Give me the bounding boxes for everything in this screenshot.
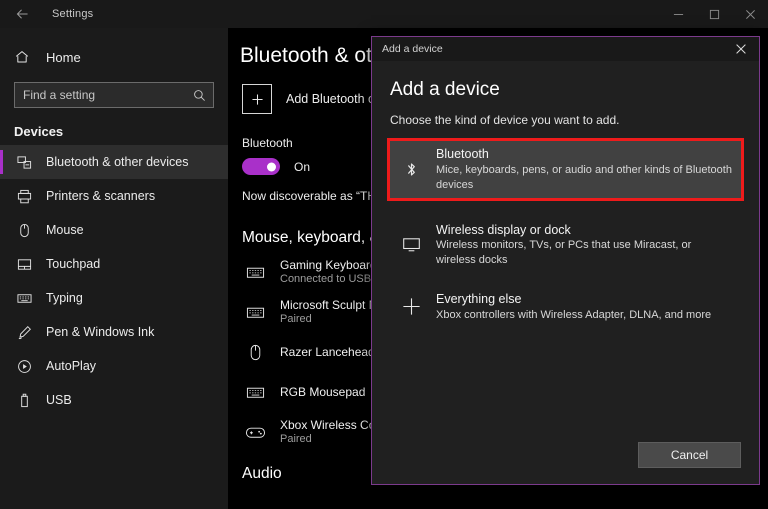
close-button[interactable] <box>732 0 768 28</box>
device-texts: RGB Mousepad <box>280 385 365 400</box>
touchpad-icon <box>14 257 34 272</box>
search-icon[interactable] <box>193 89 213 102</box>
device-name: RGB Mousepad <box>280 385 365 400</box>
gamepad-icon <box>242 422 268 443</box>
maximize-button[interactable] <box>696 0 732 28</box>
bluetooth-toggle[interactable] <box>242 158 280 175</box>
keyboard-icon <box>242 303 268 322</box>
sidebar-home-label: Home <box>46 50 81 65</box>
dialog-titlebar: Add a device <box>372 37 759 61</box>
pen-icon <box>14 325 34 340</box>
option-description: Wireless monitors, TVs, or PCs that use … <box>436 238 733 268</box>
close-icon[interactable] <box>723 37 759 61</box>
bluetooth-devices-icon <box>14 155 34 170</box>
bluetooth-icon <box>398 161 424 178</box>
option-texts: Wireless display or dock Wireless monito… <box>436 222 733 269</box>
autoplay-icon <box>14 359 34 374</box>
option-texts: Everything else Xbox controllers with Wi… <box>436 291 711 323</box>
usb-icon <box>14 393 34 408</box>
sidebar-item-home[interactable]: Home <box>0 42 228 72</box>
option-description: Mice, keyboards, pens, or audio and othe… <box>436 163 733 193</box>
device-texts: Microsoft Sculpt Mo Paired <box>280 298 385 327</box>
dialog-body: Add a device Choose the kind of device y… <box>372 61 759 328</box>
window-title: Settings <box>52 8 93 20</box>
sidebar-item-usb[interactable]: USB <box>0 383 228 417</box>
spacer <box>390 273 741 286</box>
option-title: Wireless display or dock <box>436 222 733 239</box>
device-kind-options: Bluetooth Mice, keyboards, pens, or audi… <box>390 141 741 328</box>
sidebar-item-pen-windows-ink[interactable]: Pen & Windows Ink <box>0 315 228 349</box>
option-wireless-display-or-dock[interactable]: Wireless display or dock Wireless monito… <box>390 217 741 274</box>
spacer <box>390 204 741 217</box>
device-name: Microsoft Sculpt Mo <box>280 298 385 313</box>
dialog-footer: Cancel <box>638 442 741 468</box>
dialog-heading: Add a device <box>390 79 741 101</box>
option-bluetooth[interactable]: Bluetooth Mice, keyboards, pens, or audi… <box>390 141 741 198</box>
search-placeholder: Find a setting <box>15 88 193 102</box>
window-controls <box>660 0 768 28</box>
sidebar-item-label: Typing <box>46 291 83 305</box>
sidebar-item-autoplay[interactable]: AutoPlay <box>0 349 228 383</box>
mouse-icon <box>242 343 268 362</box>
mouse-icon <box>14 223 34 238</box>
sidebar-item-label: Touchpad <box>46 257 100 271</box>
device-name: Razer Lancehead <box>280 345 375 360</box>
home-icon <box>14 49 34 65</box>
sidebar: Home Find a setting Devices Bluetooth & … <box>0 28 228 509</box>
sidebar-item-bluetooth-other-devices[interactable]: Bluetooth & other devices <box>0 145 228 179</box>
monitor-icon <box>398 235 424 254</box>
device-texts: Razer Lancehead <box>280 345 375 360</box>
sidebar-item-printers-scanners[interactable]: Printers & scanners <box>0 179 228 213</box>
sidebar-item-label: Mouse <box>46 223 84 237</box>
sidebar-item-label: Bluetooth & other devices <box>46 155 188 169</box>
sidebar-item-label: Pen & Windows Ink <box>46 325 154 339</box>
search-input[interactable]: Find a setting <box>14 82 214 108</box>
keyboard-icon <box>14 291 34 306</box>
sidebar-item-label: AutoPlay <box>46 359 96 373</box>
printer-icon <box>14 189 34 204</box>
sidebar-item-typing[interactable]: Typing <box>0 281 228 315</box>
sidebar-item-mouse[interactable]: Mouse <box>0 213 228 247</box>
option-title: Everything else <box>436 291 711 308</box>
toggle-knob <box>267 162 276 171</box>
minimize-button[interactable] <box>660 0 696 28</box>
plus-icon <box>242 84 272 114</box>
add-device-dialog: Add a device Add a device Choose the kin… <box>371 36 760 485</box>
option-texts: Bluetooth Mice, keyboards, pens, or audi… <box>436 146 733 193</box>
window-titlebar: Settings <box>0 0 768 28</box>
sidebar-item-touchpad[interactable]: Touchpad <box>0 247 228 281</box>
plus-icon <box>398 296 424 317</box>
sidebar-item-label: USB <box>46 393 72 407</box>
cancel-button[interactable]: Cancel <box>638 442 741 468</box>
dialog-subtitle: Choose the kind of device you want to ad… <box>390 113 741 127</box>
sidebar-item-label: Printers & scanners <box>46 189 155 203</box>
option-description: Xbox controllers with Wireless Adapter, … <box>436 308 711 323</box>
option-everything-else[interactable]: Everything else Xbox controllers with Wi… <box>390 286 741 328</box>
keyboard-icon <box>242 383 268 402</box>
keyboard-icon <box>242 263 268 282</box>
bluetooth-toggle-state: On <box>294 160 310 174</box>
device-status: Paired <box>280 313 385 327</box>
screen: Settings Home <box>0 0 768 509</box>
option-title: Bluetooth <box>436 146 733 163</box>
dialog-titlebar-label: Add a device <box>372 43 443 55</box>
back-arrow-icon[interactable] <box>0 0 44 28</box>
sidebar-group-header: Devices <box>0 108 228 145</box>
